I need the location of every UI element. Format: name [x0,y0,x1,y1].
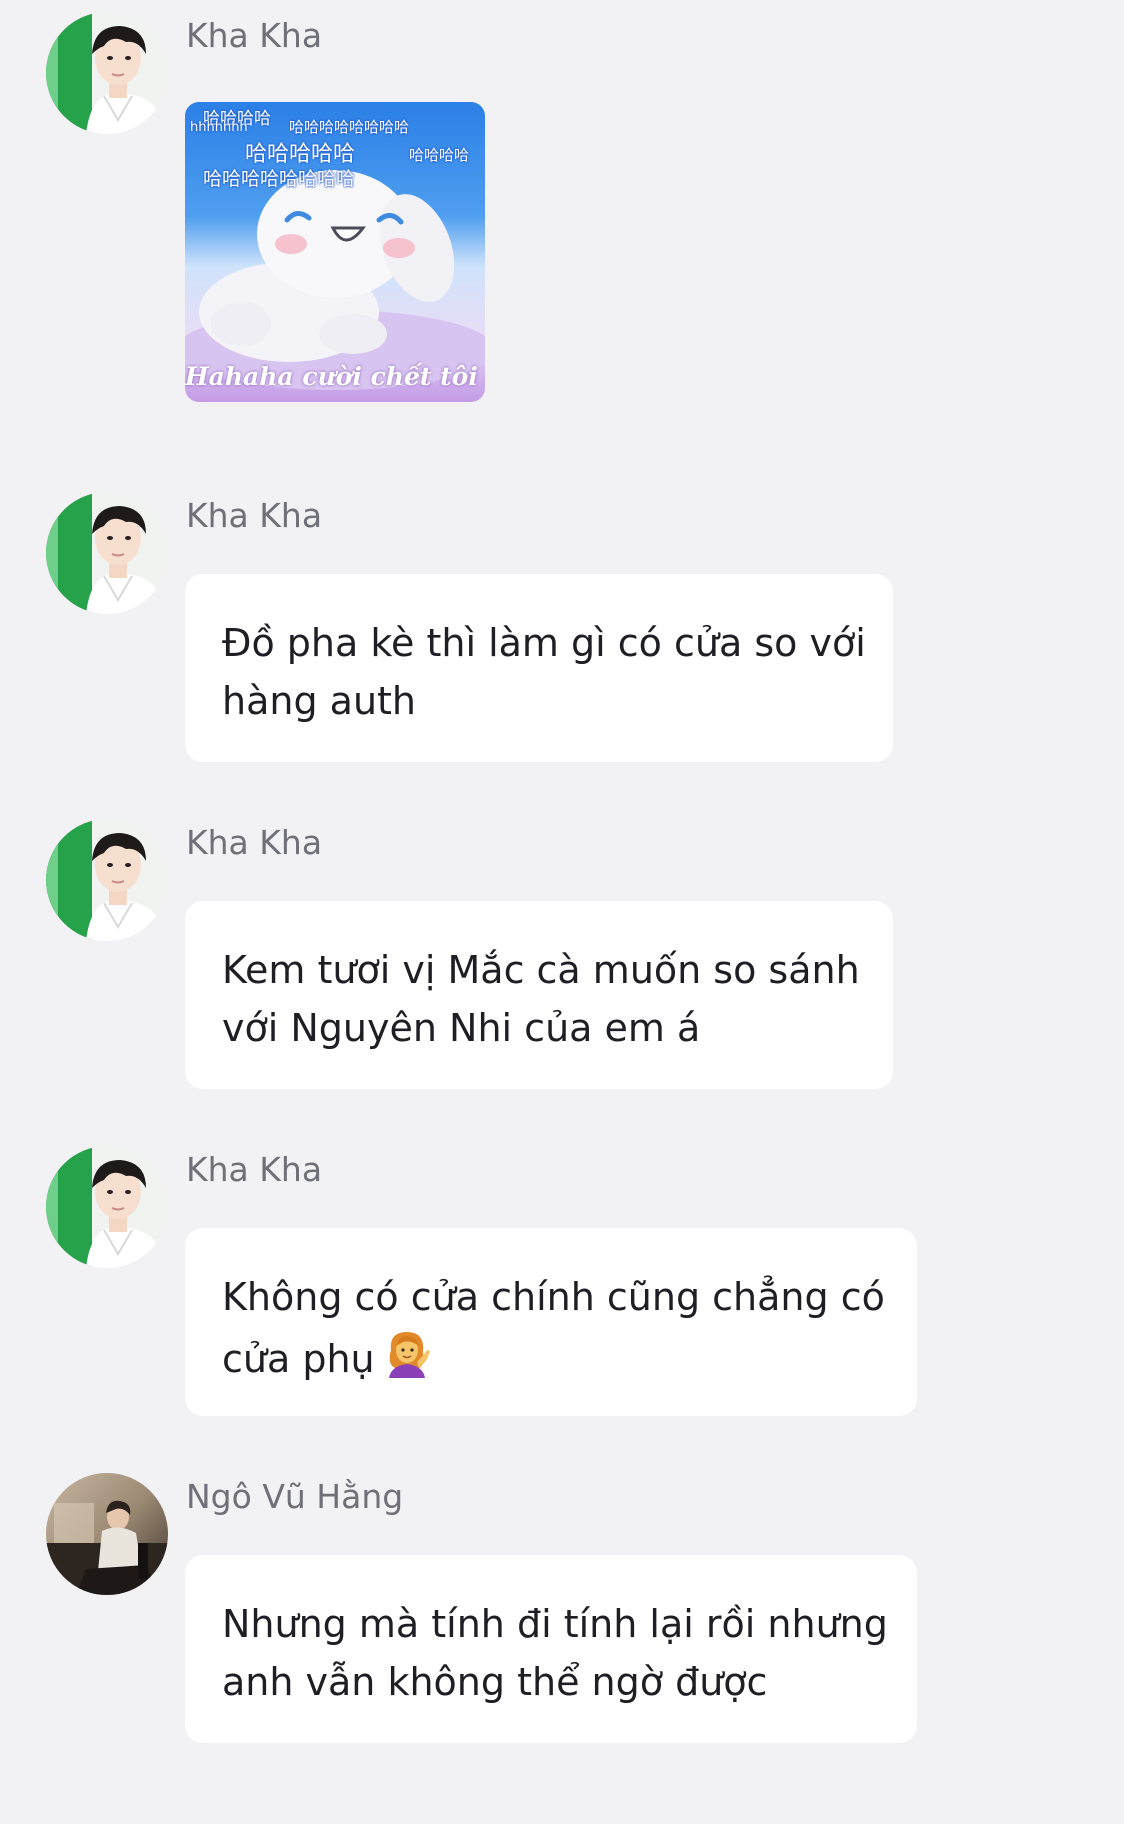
message-bubble[interactable]: Nhưng mà tính đi tính lại rồi nhưng anh … [185,1555,917,1743]
sticker-caption: Hahaha cười chết tôi rồi [185,362,485,391]
sticker-text-row-3: 哈哈哈哈哈哈哈哈 [289,118,410,136]
avatar-ngo-vu-hang[interactable] [46,1473,168,1595]
sticker-text-row-6: 哈哈哈哈哈哈哈哈 [203,168,356,190]
sender-name: Kha Kha [186,496,323,535]
message-5: Ngô Vũ Hằng Nhưng mà tính đi tính lại rồ… [0,1473,1124,1753]
sticker-text-row-5: 哈哈哈哈 [409,146,470,164]
message-bubble[interactable]: Đồ pha kè thì làm gì có cửa so với hàng … [185,574,893,762]
message-bubble[interactable]: Kem tươi vị Mắc cà muốn so sánh với Nguy… [185,901,893,1089]
sticker-text-row-2: hhhhhhh [190,120,248,135]
message-bubble[interactable]: Không có cửa chính cũng chẳng có cửa phụ [185,1228,917,1416]
message-text-line: Không có cửa chính cũng chẳng có [222,1275,885,1319]
message-text-line: Nhưng mà tính đi tính lại rồi nhưng [222,1602,888,1646]
message-4: Kha Kha Không có cửa chính cũng chẳng có… [0,1146,1124,1426]
message-text-line: với Nguyên Nhi của em á [222,1006,701,1050]
avatar-kha-kha[interactable] [46,819,168,941]
message-text: cửa phụ [222,1337,375,1381]
message-text-line: Đồ pha kè thì làm gì có cửa so với [222,621,866,665]
sender-name: Kha Kha [186,823,323,862]
message-text-line: hàng auth [222,679,417,723]
woman-tipping-hand-emoji-icon [381,1326,433,1394]
message-1: Kha Kha 哈哈哈哈 hhhhhhh 哈哈哈哈哈哈哈哈 哈哈哈哈哈 哈哈哈哈… [0,12,1124,412]
message-2: Kha Kha Đồ pha kè thì làm gì có cửa so v… [0,492,1124,772]
message-3: Kha Kha Kem tươi vị Mắc cà muốn so sánh … [0,819,1124,1099]
avatar-kha-kha[interactable] [46,492,168,614]
sender-name: Kha Kha [186,1150,323,1189]
sender-name: Ngô Vũ Hằng [186,1477,404,1516]
message-text-line: anh vẫn không thể ngờ được [222,1660,768,1704]
avatar-kha-kha[interactable] [46,12,168,134]
message-text-line: Kem tươi vị Mắc cà muốn so sánh [222,948,860,992]
sender-name: Kha Kha [186,16,323,55]
avatar-kha-kha[interactable] [46,1146,168,1268]
message-text-line-with-emoji: cửa phụ [222,1326,883,1394]
sticker-laughing-bunny[interactable]: 哈哈哈哈 hhhhhhh 哈哈哈哈哈哈哈哈 哈哈哈哈哈 哈哈哈哈 哈哈哈哈哈哈哈… [185,102,485,402]
